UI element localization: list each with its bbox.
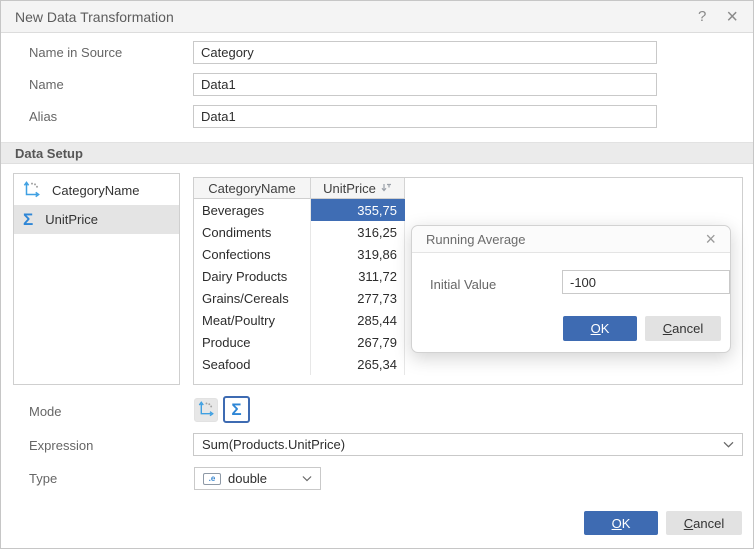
field-list-item-label: CategoryName: [52, 183, 139, 198]
close-icon[interactable]: ×: [705, 231, 716, 247]
column-header-categoryname[interactable]: CategoryName: [194, 178, 311, 199]
cell-categoryname[interactable]: Condiments: [194, 221, 311, 243]
cell-unitprice[interactable]: 319,86: [311, 243, 405, 265]
initial-value-label: Initial Value: [430, 277, 496, 292]
field-list-item-categoryname[interactable]: CategoryName: [14, 176, 179, 205]
name-in-source-label: Name in Source: [29, 45, 122, 60]
double-type-icon: .e: [203, 473, 221, 485]
cell-unitprice[interactable]: 267,79: [311, 331, 405, 353]
cell-unitprice[interactable]: 285,44: [311, 309, 405, 331]
initial-value-field[interactable]: [562, 270, 730, 294]
field-list: CategoryName Σ UnitPrice: [13, 173, 180, 385]
name-in-source-field[interactable]: [193, 41, 657, 64]
cell-unitprice[interactable]: 277,73: [311, 287, 405, 309]
sigma-icon: Σ: [23, 211, 33, 228]
mode-dimension-button[interactable]: [194, 398, 218, 422]
running-average-dialog: Running Average × Initial Value OK Cance…: [411, 225, 731, 353]
chevron-down-icon: [302, 475, 312, 482]
popup-title: Running Average: [426, 232, 526, 247]
name-field[interactable]: [193, 73, 657, 96]
cell-categoryname[interactable]: Dairy Products: [194, 265, 311, 287]
new-data-transformation-dialog: New Data Transformation ? × Name in Sour…: [0, 0, 754, 549]
type-dropdown[interactable]: .e double: [194, 467, 321, 490]
cell-categoryname[interactable]: Beverages: [194, 199, 311, 221]
cancel-button[interactable]: Cancel: [666, 511, 742, 535]
mode-label: Mode: [29, 404, 62, 419]
ok-button[interactable]: OK: [584, 511, 658, 535]
dialog-title: New Data Transformation: [15, 9, 174, 25]
cell-unitprice[interactable]: 265,34: [311, 353, 405, 375]
name-label: Name: [29, 77, 64, 92]
dialog-titlebar: New Data Transformation ? ×: [1, 1, 753, 33]
dimension-icon: [198, 401, 214, 420]
table-row[interactable]: Seafood265,34: [194, 353, 742, 375]
cell-categoryname[interactable]: Produce: [194, 331, 311, 353]
cell-categoryname[interactable]: Confections: [194, 243, 311, 265]
expression-dropdown[interactable]: Sum(Products.UnitPrice): [193, 433, 743, 456]
sigma-icon: Σ: [231, 401, 241, 418]
alias-label: Alias: [29, 109, 57, 124]
type-value: double: [228, 471, 267, 486]
data-setup-section-header: Data Setup: [1, 142, 753, 164]
expression-label: Expression: [29, 438, 93, 453]
popup-ok-button[interactable]: OK: [563, 316, 637, 341]
expression-value: Sum(Products.UnitPrice): [202, 437, 345, 452]
dimension-icon: [23, 181, 40, 201]
grid-header-row: CategoryName UnitPrice: [194, 178, 742, 199]
column-header-unitprice[interactable]: UnitPrice: [311, 178, 405, 199]
cell-unitprice[interactable]: 355,75: [311, 199, 405, 221]
table-row[interactable]: Beverages355,75: [194, 199, 742, 221]
alias-field[interactable]: [193, 105, 657, 128]
cell-unitprice[interactable]: 311,72: [311, 265, 405, 287]
field-list-item-label: UnitPrice: [45, 212, 98, 227]
data-setup-title: Data Setup: [15, 146, 83, 161]
popup-titlebar: Running Average ×: [412, 226, 730, 253]
cell-categoryname[interactable]: Meat/Poultry: [194, 309, 311, 331]
chevron-down-icon: [723, 441, 734, 448]
sort-descending-icon: [381, 181, 392, 196]
cell-unitprice[interactable]: 316,25: [311, 221, 405, 243]
popup-cancel-button[interactable]: Cancel: [645, 316, 721, 341]
type-label: Type: [29, 471, 57, 486]
mode-measure-button-selected[interactable]: Σ: [223, 396, 250, 423]
cell-categoryname[interactable]: Seafood: [194, 353, 311, 375]
help-icon[interactable]: ?: [698, 8, 706, 25]
field-list-item-unitprice[interactable]: Σ UnitPrice: [14, 205, 179, 234]
cell-categoryname[interactable]: Grains/Cereals: [194, 287, 311, 309]
close-icon[interactable]: ×: [726, 8, 738, 26]
